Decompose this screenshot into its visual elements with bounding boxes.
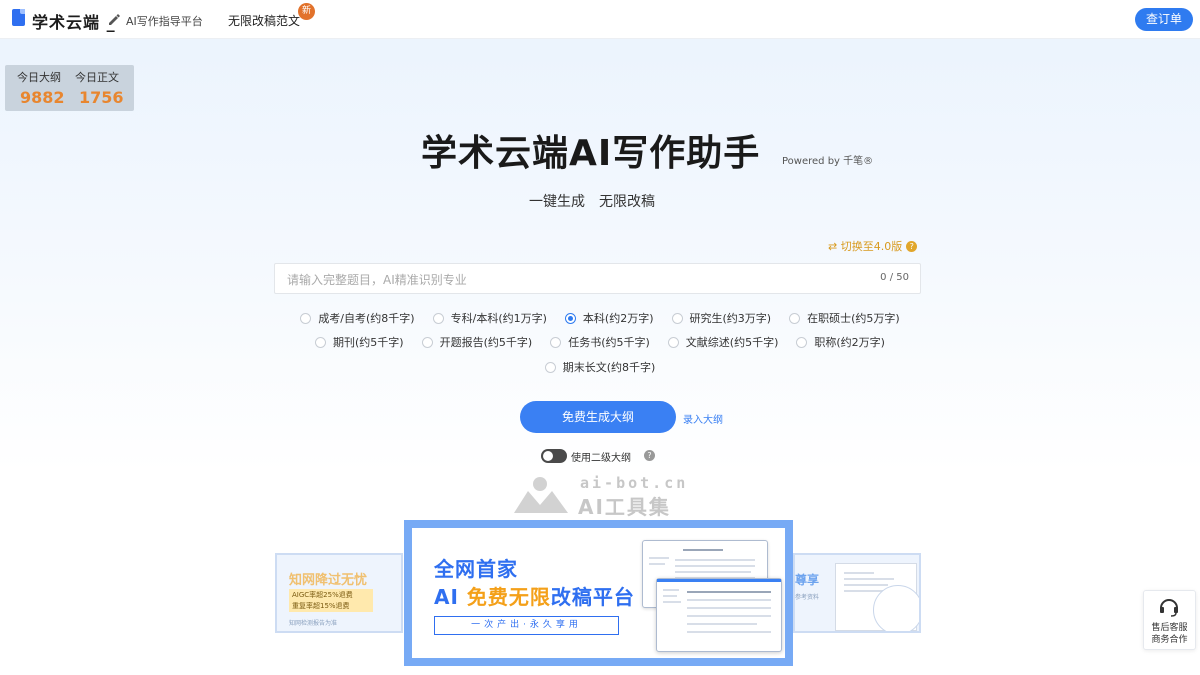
top-header: 学术云端 _ AI写作指导平台 无限改稿范文 新 查订单: [0, 0, 1200, 39]
report-circle-image: [873, 585, 919, 631]
radio-icon[interactable]: [315, 336, 327, 348]
brand-name[interactable]: 学术云端 _: [32, 9, 116, 33]
carousel-slide-main[interactable]: 全网首家 AI 免费无限改稿平台 一次产出·永久享用: [404, 520, 793, 666]
carousel-slide-right[interactable]: 尊享 参考资料: [793, 553, 921, 633]
page-subtitle: 一键生成 无限改稿: [529, 194, 655, 210]
degree-option-label: 任务书(约5千字): [568, 336, 650, 349]
degree-option[interactable]: 研究生(约3万字): [671, 310, 772, 326]
daily-stats-panel: 今日大纲 9882 今日正文 1756: [5, 65, 134, 111]
radio-icon[interactable]: [432, 312, 444, 324]
degree-option-label: 文献综述(约5千字): [685, 336, 779, 349]
import-outline-link[interactable]: 录入大纲: [683, 411, 723, 426]
topic-input[interactable]: [285, 264, 849, 295]
degree-option-label: 在职硕士(约5万字): [807, 312, 900, 325]
degree-options-row-1: 成考/自考(约8千字) 专科/本科(约1万字) 本科(约2万字) 研究生(约3万字) 在…: [0, 310, 1200, 326]
degree-option[interactable]: 本科(约2万字): [564, 310, 654, 326]
slide-title: 知网降过无忧: [289, 573, 368, 588]
degree-option[interactable]: 任务书(约5千字): [550, 334, 650, 350]
degree-option[interactable]: 成考/自考(约8千字): [300, 310, 415, 326]
slide-title: 尊享: [795, 573, 820, 587]
char-counter: 0 / 50: [880, 272, 909, 283]
help-icon[interactable]: ?: [644, 450, 655, 461]
switch-version-link[interactable]: ⇄ 切换至4.0版?: [828, 238, 918, 254]
watermark-name: AI工具集: [578, 495, 671, 519]
secondary-outline-label: 使用二级大纲: [571, 453, 631, 464]
degree-option[interactable]: 期刊(约5千字): [315, 334, 404, 350]
document-preview-image: [656, 578, 782, 652]
nav-unlimited-revisions[interactable]: 无限改稿范文: [228, 12, 300, 29]
platform-subtitle: AI写作指导平台: [126, 15, 203, 28]
radio-icon[interactable]: [796, 336, 808, 348]
refund-line-2: 重复率超15%退费: [292, 602, 350, 610]
powered-by-label: Powered by 千笔®: [782, 156, 874, 167]
degree-option-label: 本科(约2万字): [582, 312, 654, 325]
degree-option-label: 职称(约2万字): [814, 336, 885, 349]
headset-icon: [1160, 599, 1178, 617]
radio-icon[interactable]: [421, 336, 433, 348]
customer-service-widget[interactable]: 售后客服 商务合作: [1143, 590, 1196, 650]
radio-icon[interactable]: [300, 312, 312, 324]
text-count-value: 1756: [79, 88, 124, 107]
check-order-button[interactable]: 查订单: [1135, 8, 1193, 31]
radio-icon[interactable]: [671, 312, 683, 324]
watermark-logo-icon: [514, 477, 568, 513]
degree-option-label: 专科/本科(约1万字): [450, 312, 547, 325]
degree-option[interactable]: 职称(约2万字): [796, 334, 885, 350]
slide-tagline: 一次产出·永久享用: [434, 616, 619, 635]
logo-document-icon[interactable]: [12, 9, 25, 26]
watermark-url: ai-bot.cn: [580, 474, 689, 492]
degree-option[interactable]: 期末长文(约8千字): [544, 359, 656, 375]
secondary-outline-toggle[interactable]: [541, 449, 567, 463]
generate-outline-button[interactable]: 免费生成大纲: [520, 401, 676, 433]
carousel-slide-left[interactable]: 知网降过无忧 AIGC率超25%退费 重复率超15%退费 知网检测报告为准: [275, 553, 403, 633]
slide-headline: 全网首家: [434, 557, 518, 581]
business-label: 商务合作: [1151, 635, 1188, 645]
new-badge: 新: [298, 3, 315, 20]
slide-footnote: 知网检测报告为准: [289, 620, 338, 627]
degree-option-label: 研究生(约3万字): [689, 312, 772, 325]
radio-icon[interactable]: [544, 361, 556, 373]
degree-options-row-2: 期刊(约5千字) 开题报告(约5千字) 任务书(约5千字) 文献综述(约5千字) 职称(…: [0, 334, 1200, 350]
outline-count-label: 今日大纲: [17, 71, 61, 84]
degree-option-label: 期刊(约5千字): [333, 336, 404, 349]
radio-icon[interactable]: [550, 336, 562, 348]
refund-line-1: AIGC率超25%退费: [292, 591, 353, 599]
topic-input-box: 0 / 50: [274, 263, 921, 295]
degree-option[interactable]: 在职硕士(约5万字): [789, 310, 900, 326]
refund-tag: AIGC率超25%退费 重复率超15%退费: [289, 589, 373, 612]
radio-icon[interactable]: [667, 336, 679, 348]
degree-option[interactable]: 文献综述(约5千字): [667, 334, 779, 350]
slide-headline-2: AI 免费无限改稿平台: [434, 585, 635, 609]
radio-selected-icon[interactable]: [564, 312, 576, 324]
radio-icon[interactable]: [789, 312, 801, 324]
degree-option-label: 期末长文(约8千字): [562, 361, 656, 374]
text-count-label: 今日正文: [75, 71, 119, 84]
slide-subtext: 参考资料: [795, 594, 820, 601]
degree-option[interactable]: 专科/本科(约1万字): [432, 310, 547, 326]
degree-option-label: 开题报告(约5千字): [439, 336, 533, 349]
help-icon[interactable]: ?: [906, 241, 918, 252]
degree-options-row-3: 期末长文(约8千字): [0, 359, 1200, 375]
page-title: 学术云端AI写作助手: [421, 133, 761, 174]
degree-option[interactable]: 开题报告(约5千字): [421, 334, 533, 350]
outline-count-value: 9882: [20, 88, 65, 107]
degree-option-label: 成考/自考(约8千字): [318, 312, 415, 325]
switch-version-label: ⇄ 切换至4.0版: [828, 240, 903, 253]
pen-icon: [109, 14, 120, 25]
main-slide-content: 全网首家 AI 免费无限改稿平台 一次产出·永久享用: [412, 528, 785, 658]
